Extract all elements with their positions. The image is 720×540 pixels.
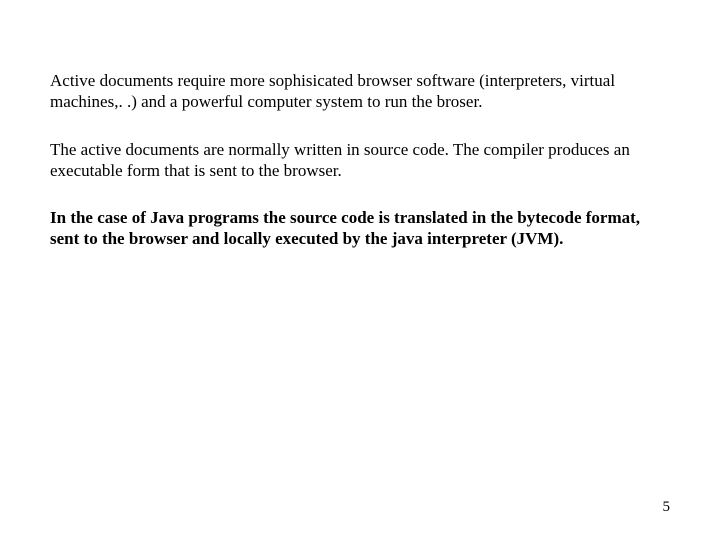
- page-number: 5: [663, 499, 671, 516]
- paragraph-3: In the case of Java programs the source …: [50, 207, 670, 250]
- paragraph-1: Active documents require more sophisicat…: [50, 70, 670, 113]
- slide-content: Active documents require more sophisicat…: [0, 0, 720, 250]
- paragraph-2: The active documents are normally writte…: [50, 139, 670, 182]
